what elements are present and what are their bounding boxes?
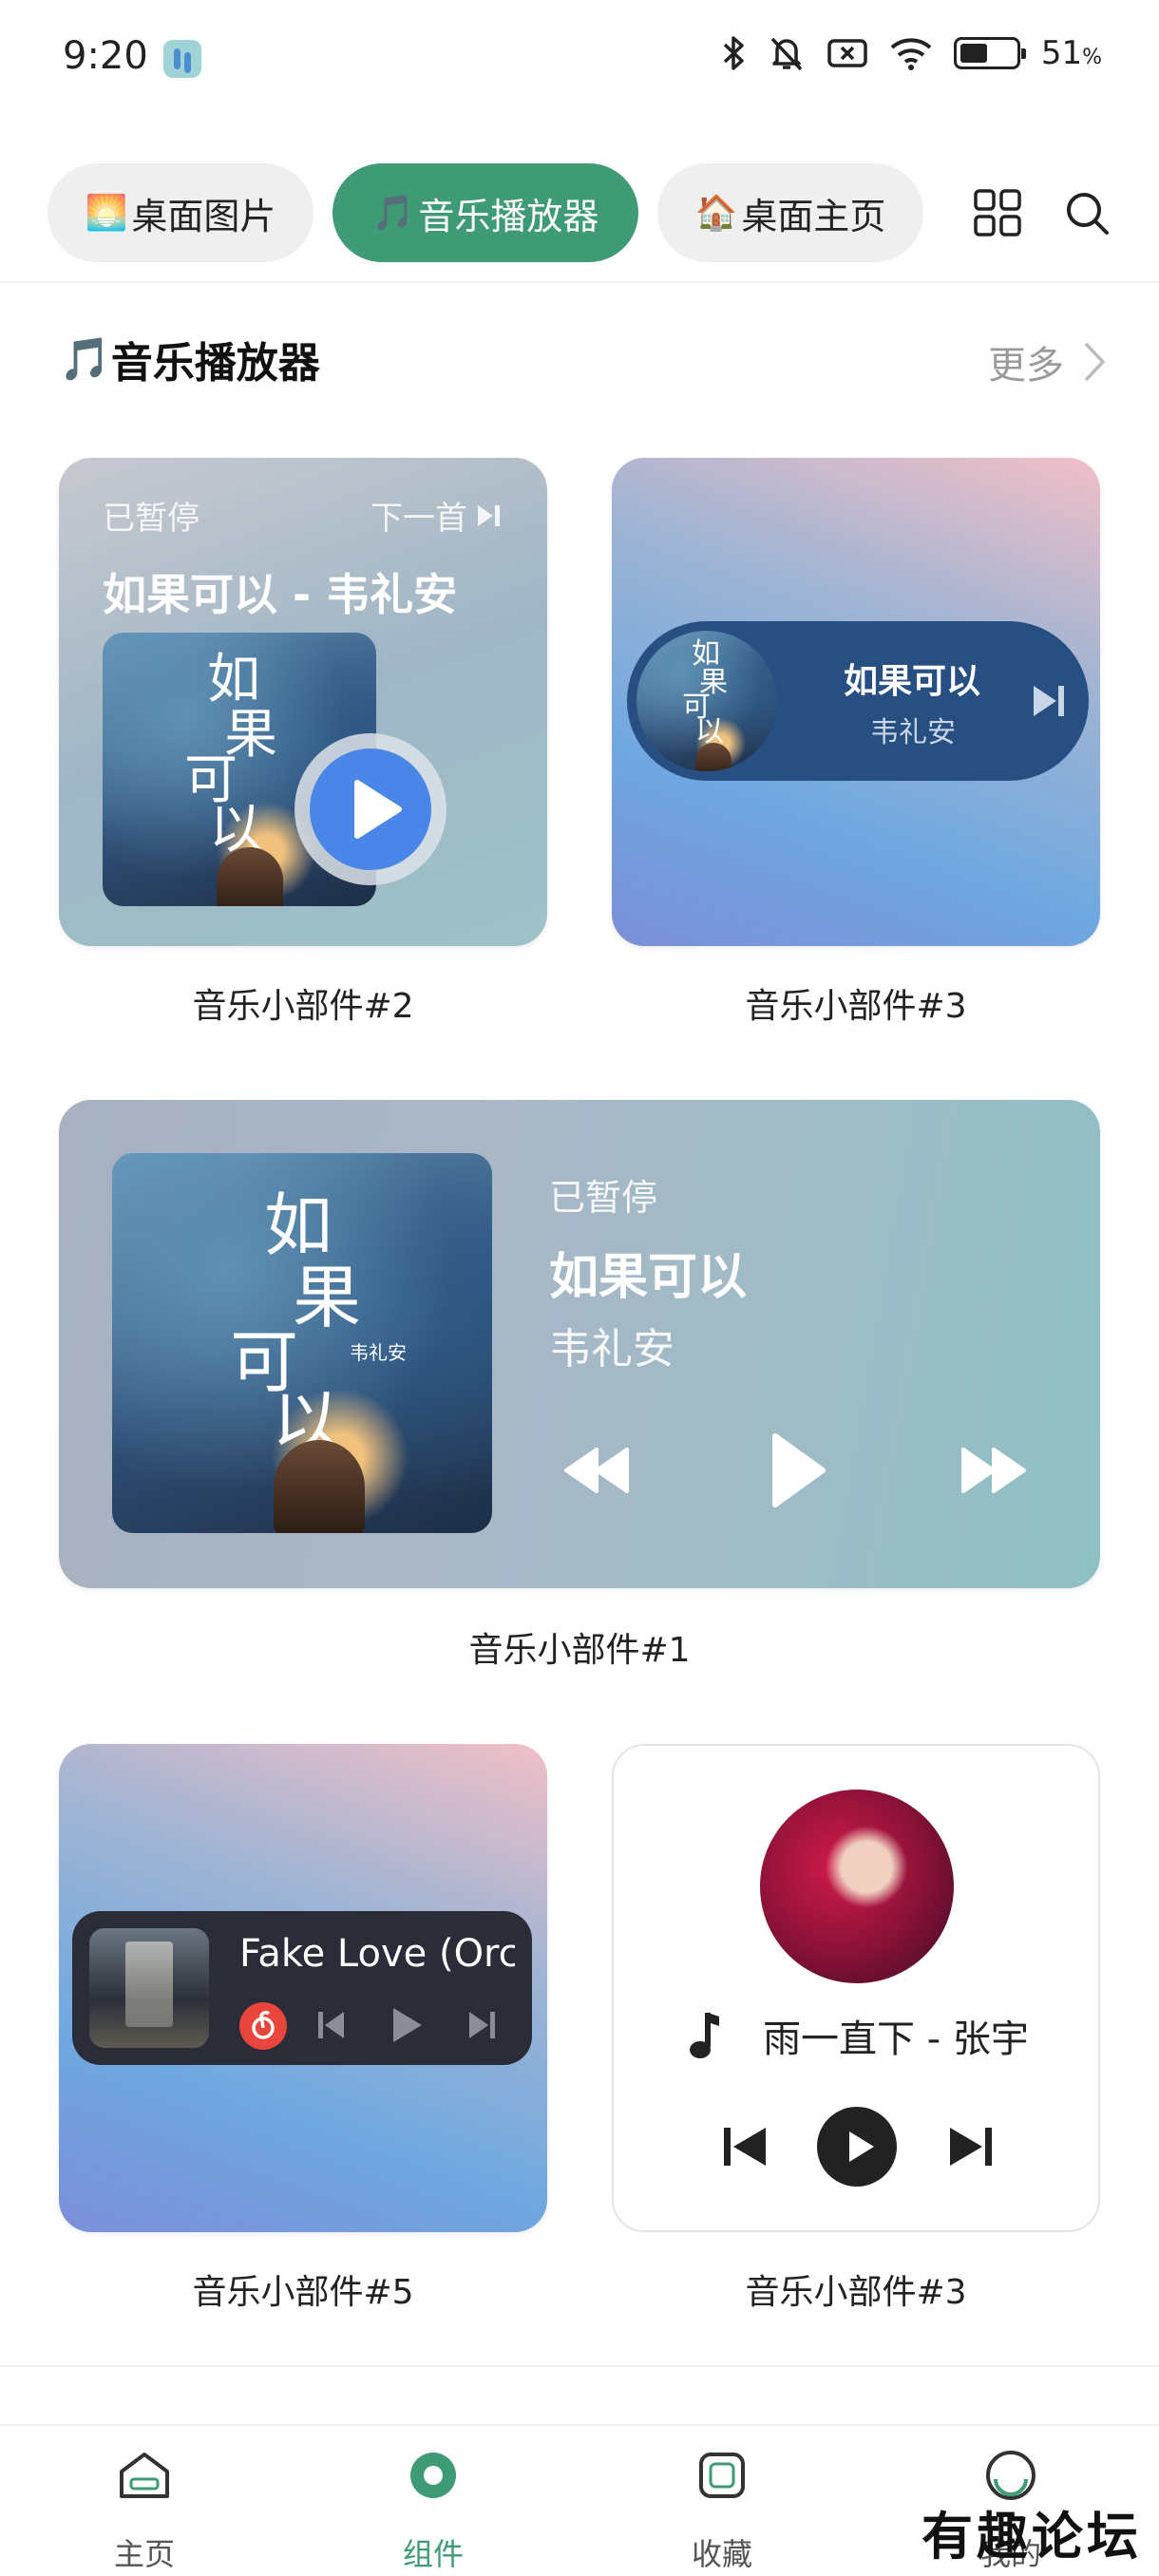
netease-music-icon <box>239 2002 287 2050</box>
play-button[interactable] <box>294 733 446 885</box>
category-tabs: 🌅 桌面图片 🎵 音乐播放器 🏠 桌面主页 <box>0 163 1159 264</box>
playback-status: 已暂停 <box>549 1177 658 1219</box>
play-icon[interactable] <box>768 1430 828 1510</box>
artist-avatar <box>760 1790 954 1983</box>
player-bar[interactable]: Fake Love (Orchestral <box>72 1911 532 2065</box>
next-label: 下一首 <box>370 500 467 538</box>
track-artist: 韦礼安 <box>549 1325 674 1373</box>
more-link[interactable]: 更多 <box>988 334 1106 389</box>
tab-label: 桌面图片 <box>131 195 276 237</box>
music-widget-3[interactable]: 如 果 可 以 如果可以 韦礼安 <box>612 458 1100 946</box>
nav-label: 组件 <box>402 2536 464 2572</box>
music-widget-2[interactable]: 已暂停 下一首 如果可以 - 韦礼安 如 果 可 以 <box>59 458 547 946</box>
track-title: 如果可以 - 韦礼安 <box>103 569 458 620</box>
house-icon: 🏠 <box>694 194 738 233</box>
album-cover <box>89 1928 209 2048</box>
widget-caption: 音乐小部件#3 <box>745 987 967 1026</box>
more-label: 更多 <box>988 344 1064 388</box>
widget-caption: 音乐小部件#5 <box>192 2273 414 2312</box>
wifi-icon <box>890 38 932 70</box>
track-title: Fake Love (Orchestral <box>239 1932 515 1976</box>
skip-previous-icon[interactable] <box>720 2124 770 2169</box>
music-widget-1[interactable]: 如 果 可 以 韦礼安 已暂停 如果可以 韦礼安 <box>59 1100 1100 1588</box>
skip-next-icon[interactable] <box>466 2008 498 2042</box>
tab-label: 音乐播放器 <box>418 195 599 237</box>
track-title: 如果可以 <box>844 662 981 701</box>
song-title: 雨一直下 - 张宇 <box>763 2017 1029 2061</box>
widget-caption: 音乐小部件#3 <box>745 2273 967 2312</box>
mute-icon <box>770 37 803 71</box>
play-icon[interactable] <box>390 2004 426 2046</box>
album-cover: 如 果 可 以 韦礼安 <box>112 1153 492 1533</box>
next-track-button[interactable]: 下一首 <box>370 492 502 539</box>
tab-music-player[interactable]: 🎵 音乐播放器 <box>332 163 638 262</box>
nav-widgets[interactable]: 组件 <box>338 2426 528 2576</box>
widget-caption: 音乐小部件#2 <box>192 987 414 1026</box>
search-icon[interactable] <box>1062 188 1112 237</box>
skip-next-icon[interactable] <box>946 2124 996 2169</box>
tab-label: 桌面主页 <box>741 195 886 237</box>
grid-icon[interactable] <box>973 188 1022 237</box>
skip-next-icon <box>478 504 500 526</box>
battery-icon <box>953 37 1026 69</box>
song-row: 雨一直下 - 张宇 <box>614 2008 1098 2063</box>
battery-text: 51% <box>1040 34 1102 72</box>
divider <box>0 2365 1159 2367</box>
section-title-text: 音乐播放器 <box>110 339 320 388</box>
music-widget-5[interactable]: Fake Love (Orchestral <box>59 1744 547 2232</box>
home-icon <box>120 2453 169 2498</box>
sunrise-icon: 🌅 <box>85 194 128 233</box>
widget-caption: 音乐小部件#1 <box>468 1631 691 1670</box>
status-time: 9:20 <box>63 34 148 78</box>
fast-forward-icon[interactable] <box>960 1444 1028 1497</box>
widget-icon <box>410 2453 456 2498</box>
track-title: 如果可以 <box>549 1249 748 1306</box>
nav-label: 主页 <box>113 2536 175 2572</box>
playback-status: 已暂停 <box>103 500 200 538</box>
status-icons: 51% <box>722 34 1102 72</box>
rewind-icon[interactable] <box>562 1444 631 1497</box>
album-cover: 如 果 可 以 <box>636 631 777 771</box>
play-icon <box>849 2131 874 2162</box>
chevron-right-icon <box>1084 342 1106 382</box>
music-note-icon: 🎵 <box>59 335 111 384</box>
nav-home[interactable]: 主页 <box>49 2426 239 2576</box>
music-widget-3-white[interactable]: 雨一直下 - 张宇 <box>612 1744 1100 2232</box>
divider <box>0 281 1159 283</box>
skip-previous-icon[interactable] <box>315 2008 348 2042</box>
bluetooth-icon <box>723 36 744 70</box>
music-note-icon: 🎵 <box>371 194 415 233</box>
play-icon <box>354 780 402 839</box>
tab-desktop-home[interactable]: 🏠 桌面主页 <box>657 163 923 262</box>
play-button[interactable] <box>817 2107 897 2187</box>
nav-label: 收藏 <box>691 2536 752 2572</box>
app-icon <box>163 40 201 78</box>
no-sim-icon <box>827 39 867 67</box>
skip-next-icon[interactable] <box>1030 682 1068 720</box>
nav-collection[interactable]: 收藏 <box>627 2426 817 2576</box>
player-pill[interactable]: 如 果 可 以 如果可以 韦礼安 <box>627 621 1089 781</box>
watermark: 有趣论坛 <box>922 2506 1142 2567</box>
music-note-icon <box>690 2013 720 2058</box>
track-artist: 韦礼安 <box>870 716 956 749</box>
status-bar: 9:20 51% <box>0 0 1159 114</box>
section-title: 🎵 音乐播放器 <box>59 329 320 389</box>
collection-icon <box>699 2453 745 2498</box>
tab-desktop-images[interactable]: 🌅 桌面图片 <box>48 163 314 262</box>
